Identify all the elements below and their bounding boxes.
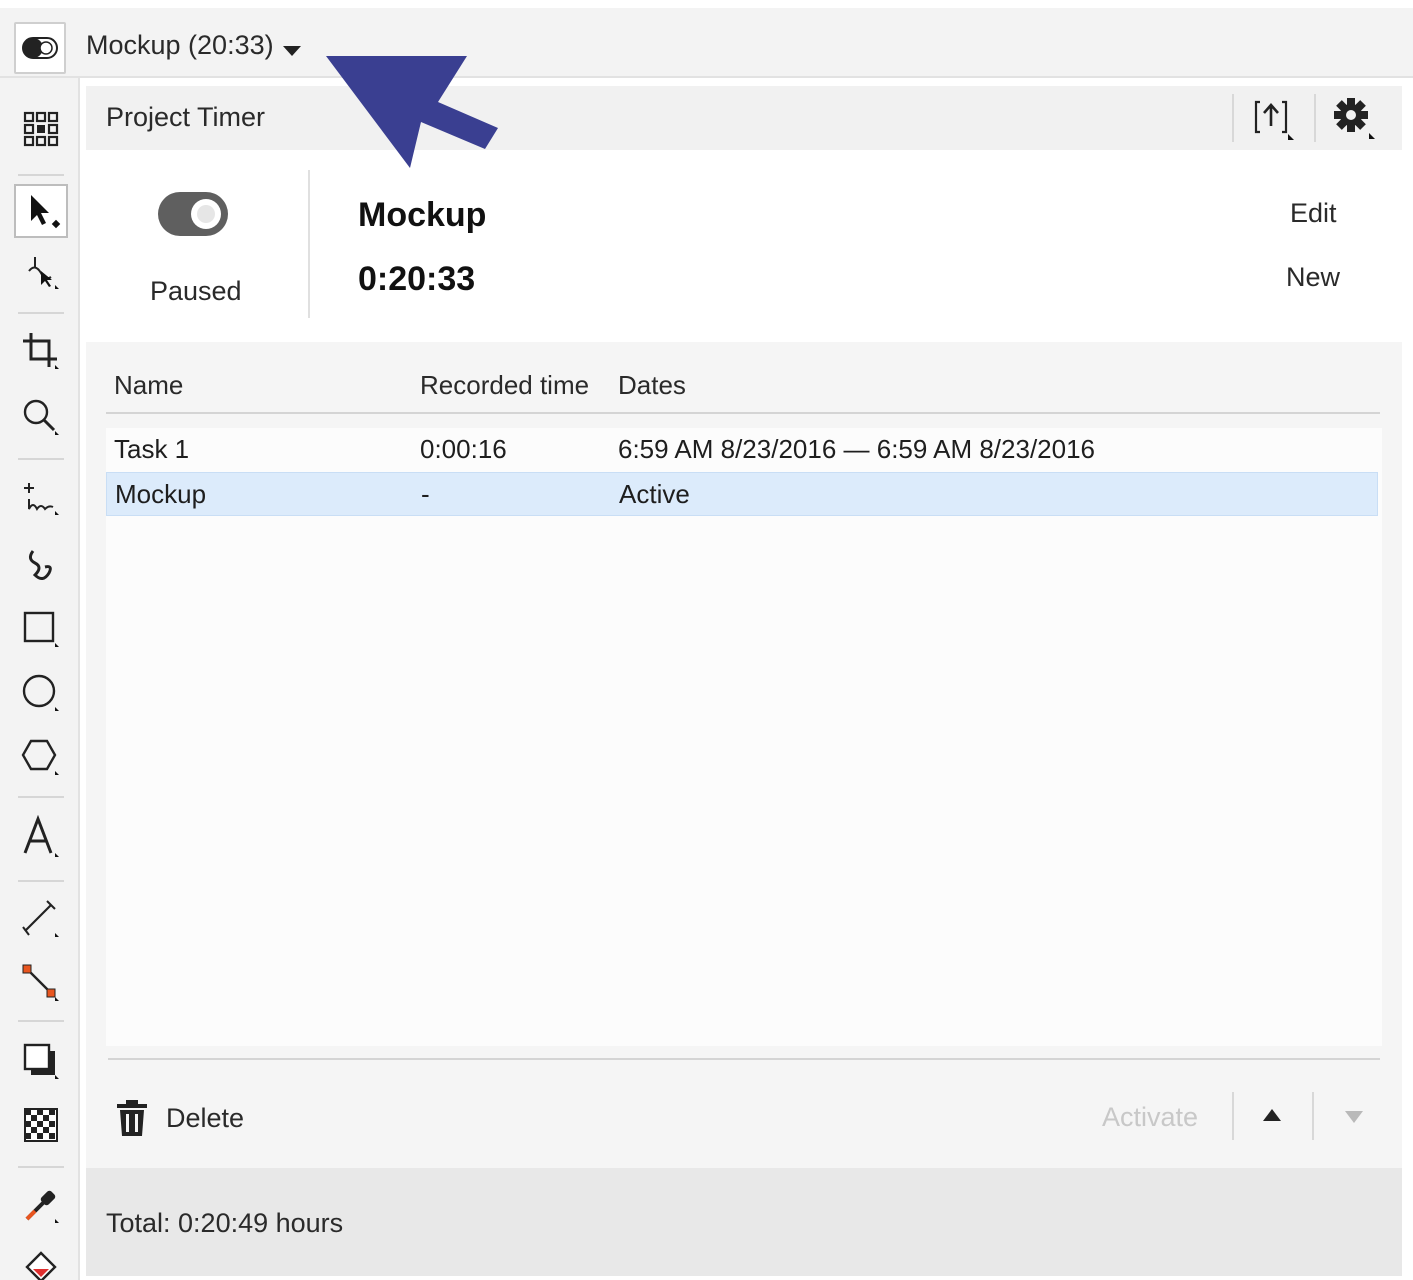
delete-label: Delete [166, 1102, 245, 1133]
toolbox [0, 78, 80, 1280]
interactive-fill-icon [25, 1251, 57, 1280]
table-body: Task 1 0:00:16 6:59 AM 8/23/2016 — 6:59 … [106, 428, 1382, 1046]
rectangle-tool-icon [23, 611, 59, 647]
eyedropper-tool[interactable] [14, 1178, 68, 1232]
toolbox-options-button[interactable] [14, 102, 68, 156]
triangle-down-icon [1345, 1111, 1363, 1123]
annotation-arrow [326, 56, 498, 168]
settings-button[interactable] [1326, 92, 1382, 144]
cell-name: Mockup [115, 479, 207, 509]
column-header-recorded[interactable]: Recorded time [420, 370, 589, 401]
artistic-media-icon [28, 550, 52, 580]
ellipse-tool-icon [22, 674, 59, 711]
move-up-button[interactable] [1252, 1098, 1292, 1134]
freehand-tool-icon [24, 483, 59, 515]
eyedropper-icon [25, 1190, 59, 1223]
dimension-tool[interactable] [14, 892, 68, 946]
parallel-dimension-icon [22, 900, 59, 937]
drop-shadow-icon [23, 1043, 59, 1079]
edit-link[interactable]: Edit [1290, 198, 1337, 229]
docker-header: Project Timer [86, 86, 1402, 150]
timer-toggle-button[interactable] [14, 22, 66, 74]
export-button[interactable] [1246, 92, 1302, 144]
pick-tool[interactable] [14, 184, 68, 238]
text-tool-icon [23, 815, 59, 857]
crop-tool-icon [23, 333, 59, 369]
transparency-tool[interactable] [14, 1098, 68, 1152]
interactive-fill-tool[interactable] [14, 1240, 68, 1280]
total-footer: Total: 0:20:49 hours [86, 1168, 1402, 1276]
table-row[interactable]: Task 1 0:00:16 6:59 AM 8/23/2016 — 6:59 … [106, 428, 1378, 472]
shape-tool-icon [28, 257, 59, 289]
ellipse-tool[interactable] [14, 666, 68, 720]
column-header-name[interactable]: Name [114, 370, 183, 401]
artistic-media-tool[interactable] [14, 538, 68, 592]
move-down-button[interactable] [1334, 1098, 1374, 1134]
action-bar: Delete Activate [86, 1082, 1402, 1168]
drop-shadow-tool[interactable] [14, 1034, 68, 1088]
cell-recorded: 0:00:16 [420, 434, 507, 464]
docker-title: Project Timer [106, 102, 266, 132]
freehand-tool[interactable] [14, 472, 68, 526]
rectangle-tool[interactable] [14, 602, 68, 656]
timer-status-area: Paused Mockup 0:20:33 Edit New [86, 150, 1402, 340]
cell-dates: 6:59 AM 8/23/2016 — 6:59 AM 8/23/2016 [618, 434, 1096, 464]
active-project-name: Mockup [358, 196, 487, 234]
cell-dates: Active [619, 479, 690, 509]
tasks-table: Name Recorded time Dates Task 1 0:00:16 … [86, 342, 1402, 1168]
text-tool[interactable] [14, 810, 68, 864]
activate-button[interactable]: Activate [1102, 1102, 1198, 1133]
timer-dropdown-label[interactable]: Mockup (20:33) [86, 30, 274, 61]
pick-tool-icon [31, 195, 61, 229]
active-project-time: 0:20:33 [358, 260, 476, 298]
caret-down-icon[interactable] [283, 46, 301, 58]
cell-recorded: - [421, 479, 430, 509]
cell-name: Task 1 [114, 434, 190, 464]
settings-gear-icon [1334, 98, 1375, 139]
top-bar: Mockup (20:33) [0, 0, 1413, 78]
trash-icon [117, 1100, 147, 1136]
export-icon [1254, 100, 1294, 140]
crop-tool[interactable] [14, 324, 68, 378]
delete-button[interactable]: Delete [116, 1096, 244, 1140]
triangle-up-icon [1263, 1109, 1281, 1121]
polygon-tool[interactable] [14, 730, 68, 784]
toggle-switch-icon [22, 37, 58, 59]
options-grid-icon [23, 111, 59, 147]
zoom-tool-icon [23, 399, 59, 435]
shape-tool[interactable] [14, 246, 68, 300]
column-header-dates[interactable]: Dates [618, 370, 686, 401]
timer-status-label: Paused [150, 276, 242, 306]
connector-tool-icon [22, 964, 59, 1001]
polygon-tool-icon [21, 739, 59, 775]
zoom-tool[interactable] [14, 390, 68, 444]
total-time-label: Total: 0:20:49 hours [106, 1208, 344, 1238]
table-row-active[interactable]: Mockup - Active [106, 472, 1378, 516]
transparency-icon [24, 1108, 58, 1142]
project-timer-docker: Project Timer Paused Mockup 0:20:33 Edit… [86, 86, 1402, 1276]
connector-tool[interactable] [14, 956, 68, 1010]
new-link[interactable]: New [1286, 262, 1340, 293]
pause-toggle-switch[interactable] [158, 192, 228, 236]
table-header: Name Recorded time Dates [106, 364, 1380, 414]
